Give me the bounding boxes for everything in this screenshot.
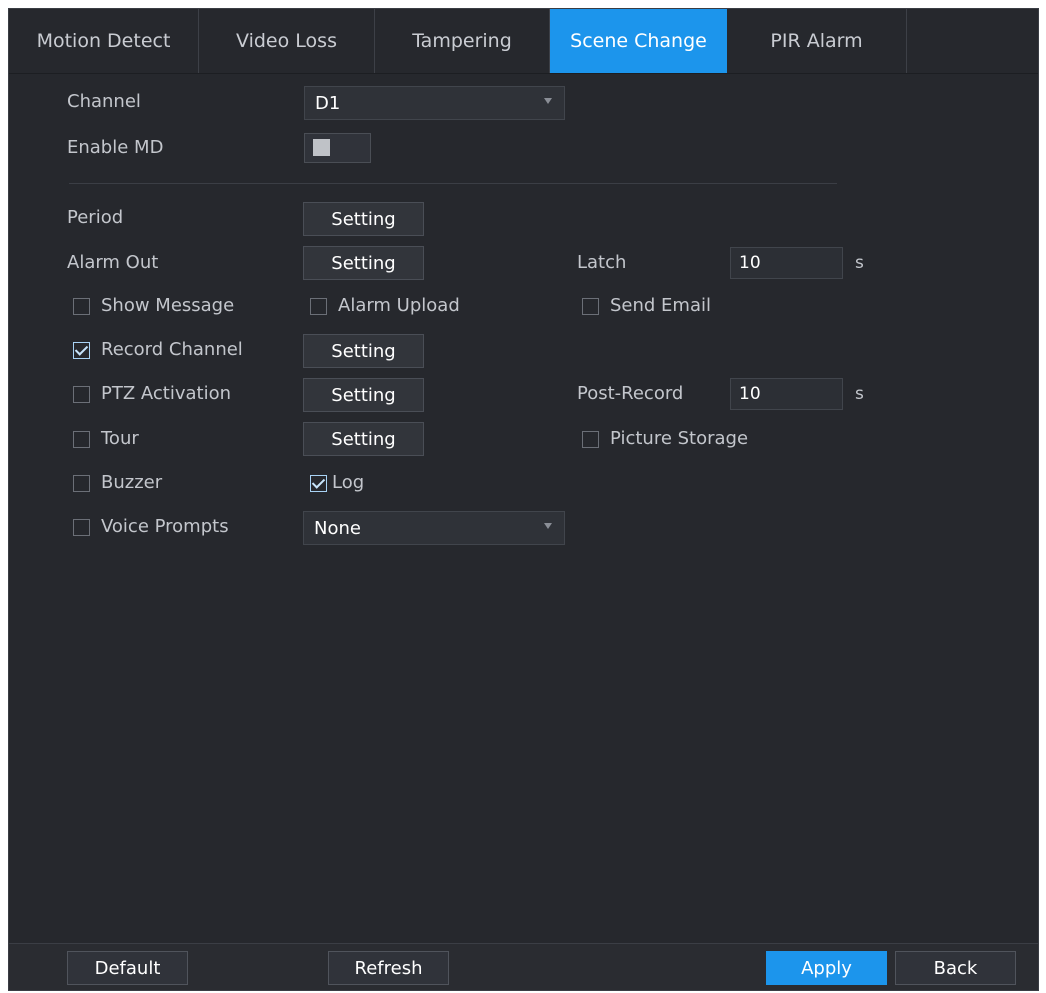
tour-label: Tour	[101, 428, 139, 449]
chevron-down-icon	[544, 523, 552, 529]
tab-pir-alarm[interactable]: PIR Alarm	[727, 9, 907, 73]
tab-video-loss[interactable]: Video Loss	[199, 9, 375, 73]
back-button[interactable]: Back	[895, 951, 1016, 985]
refresh-button[interactable]: Refresh	[328, 951, 449, 985]
default-button[interactable]: Default	[67, 951, 188, 985]
alarm-settings-panel: Motion Detect Video Loss Tampering Scene…	[8, 8, 1039, 991]
alarm-upload-checkbox[interactable]	[310, 298, 327, 315]
toggle-knob	[313, 139, 330, 156]
alarm-out-label: Alarm Out	[67, 252, 159, 273]
post-record-unit: s	[855, 384, 864, 404]
send-email-checkbox[interactable]	[582, 298, 599, 315]
latch-label: Latch	[577, 252, 627, 273]
tour-setting-button[interactable]: Setting	[303, 422, 424, 456]
voice-prompts-select-value: None	[314, 517, 361, 539]
voice-prompts-select[interactable]: None	[303, 511, 565, 545]
footer-bar: Default Refresh Apply Back	[9, 943, 1038, 990]
channel-select[interactable]: D1	[304, 86, 565, 120]
log-label: Log	[332, 472, 365, 493]
tab-scene-change[interactable]: Scene Change	[550, 9, 727, 73]
enable-md-toggle[interactable]	[304, 133, 371, 163]
show-message-checkbox[interactable]	[73, 298, 90, 315]
tour-checkbox[interactable]	[73, 431, 90, 448]
apply-button[interactable]: Apply	[766, 951, 887, 985]
section-divider	[69, 183, 837, 184]
log-checkbox[interactable]	[310, 475, 327, 492]
post-record-label: Post-Record	[577, 383, 684, 404]
ptz-activation-label: PTZ Activation	[101, 383, 232, 404]
tab-bar: Motion Detect Video Loss Tampering Scene…	[9, 9, 1038, 73]
post-record-input[interactable]: 10	[730, 378, 843, 410]
voice-prompts-label: Voice Prompts	[101, 516, 229, 537]
alarm-upload-label: Alarm Upload	[338, 295, 460, 316]
channel-select-value: D1	[315, 92, 341, 114]
picture-storage-label: Picture Storage	[610, 428, 749, 449]
show-message-label: Show Message	[101, 295, 235, 316]
picture-storage-checkbox[interactable]	[582, 431, 599, 448]
record-channel-label: Record Channel	[101, 339, 243, 360]
buzzer-label: Buzzer	[101, 472, 163, 493]
enable-md-label: Enable MD	[67, 137, 164, 158]
period-label: Period	[67, 207, 124, 228]
channel-label: Channel	[67, 91, 141, 112]
alarm-out-setting-button[interactable]: Setting	[303, 246, 424, 280]
latch-unit: s	[855, 253, 864, 273]
buzzer-checkbox[interactable]	[73, 475, 90, 492]
chevron-down-icon	[544, 98, 552, 104]
ptz-activation-checkbox[interactable]	[73, 386, 90, 403]
record-channel-setting-button[interactable]: Setting	[303, 334, 424, 368]
record-channel-checkbox[interactable]	[73, 342, 90, 359]
voice-prompts-checkbox[interactable]	[73, 519, 90, 536]
period-setting-button[interactable]: Setting	[303, 202, 424, 236]
latch-input[interactable]: 10	[730, 247, 843, 279]
tab-tampering[interactable]: Tampering	[375, 9, 550, 73]
tab-motion-detect[interactable]: Motion Detect	[9, 9, 199, 73]
ptz-activation-setting-button[interactable]: Setting	[303, 378, 424, 412]
send-email-label: Send Email	[610, 295, 711, 316]
tab-divider	[9, 73, 1038, 74]
